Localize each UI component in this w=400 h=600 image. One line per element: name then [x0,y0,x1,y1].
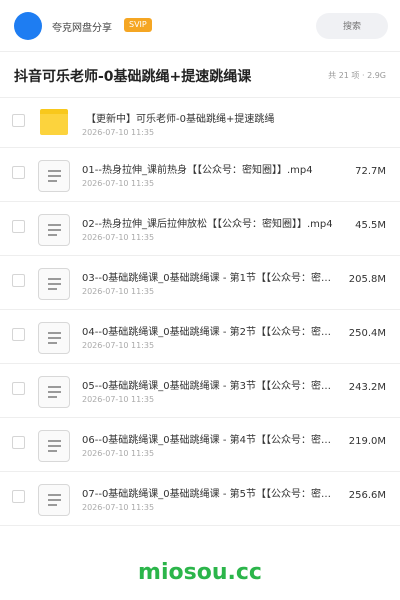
search-input[interactable] [316,13,388,39]
item-count: 共 21 项 · 2.9G [328,71,386,80]
row-checkbox[interactable] [12,382,25,395]
watermark: miosou.cc [138,560,262,585]
folder-icon [40,109,68,135]
file-row[interactable]: 01--热身拉伸_课前热身【【公众号：密知圈】】.mp4 2026-07-10 1… [0,148,400,202]
file-name[interactable]: 07--0基础跳绳课_0基础跳绳课 - 第5节【【公众号：密知圈】】.mp4 [82,485,340,500]
document-icon [38,376,70,408]
row-checkbox[interactable] [12,274,25,287]
document-icon [38,430,70,462]
file-size: 72.7M [355,166,386,177]
row-checkbox[interactable] [12,114,25,127]
file-size: 243.2M [348,382,386,393]
logo-icon [14,12,42,40]
folder-date: 2026-07-10 11:35 [82,128,155,137]
file-row[interactable]: 05--0基础跳绳课_0基础跳绳课 - 第3节【【公众号：密知圈】】.mp4 20… [0,364,400,418]
document-icon [38,214,70,246]
document-icon [38,160,70,192]
row-checkbox[interactable] [12,166,25,179]
file-name[interactable]: 06--0基础跳绳课_0基础跳绳课 - 第4节【【公众号：密知圈】】.mp4 [82,431,340,446]
file-list: 【更新中】可乐老师-0基础跳绳+提速跳绳 2026-07-10 11:35 01… [0,98,400,526]
file-date: 2026-07-10 11:35 [82,341,155,350]
document-icon [38,322,70,354]
file-row[interactable]: 07--0基础跳绳课_0基础跳绳课 - 第5节【【公众号：密知圈】】.mp4 20… [0,472,400,526]
svip-badge[interactable]: SVIP [124,18,152,32]
file-size: 205.8M [348,274,386,285]
row-checkbox[interactable] [12,490,25,503]
share-title-bar: 抖音可乐老师-0基础跳绳+提速跳绳课 共 21 项 · 2.9G [0,52,400,98]
file-row[interactable]: 06--0基础跳绳课_0基础跳绳课 - 第4节【【公众号：密知圈】】.mp4 20… [0,418,400,472]
file-date: 2026-07-10 11:35 [82,287,155,296]
file-date: 2026-07-10 11:35 [82,179,155,188]
row-checkbox[interactable] [12,220,25,233]
file-name[interactable]: 03--0基础跳绳课_0基础跳绳课 - 第1节【【公众号：密知圈】】.mp4 [82,269,340,284]
brand-name: 夸克网盘分享 [52,23,112,34]
file-name[interactable]: 01--热身拉伸_课前热身【【公众号：密知圈】】.mp4 [82,161,340,176]
file-size: 45.5M [355,220,386,231]
file-name[interactable]: 02--热身拉伸_课后拉伸放松【【公众号：密知圈】】.mp4 [82,215,340,230]
document-icon [38,484,70,516]
top-bar: 夸克网盘分享 SVIP [0,0,400,52]
file-size: 219.0M [348,436,386,447]
folder-name[interactable]: 【更新中】可乐老师-0基础跳绳+提速跳绳 [86,110,376,125]
row-checkbox[interactable] [12,328,25,341]
file-row[interactable]: 03--0基础跳绳课_0基础跳绳课 - 第1节【【公众号：密知圈】】.mp4 20… [0,256,400,310]
file-date: 2026-07-10 11:35 [82,503,155,512]
file-name[interactable]: 05--0基础跳绳课_0基础跳绳课 - 第3节【【公众号：密知圈】】.mp4 [82,377,340,392]
row-checkbox[interactable] [12,436,25,449]
file-row[interactable]: 04--0基础跳绳课_0基础跳绳课 - 第2节【【公众号：密知圈】】.mp4 20… [0,310,400,364]
file-row[interactable]: 02--热身拉伸_课后拉伸放松【【公众号：密知圈】】.mp4 2026-07-10… [0,202,400,256]
file-date: 2026-07-10 11:35 [82,449,155,458]
folder-row[interactable]: 【更新中】可乐老师-0基础跳绳+提速跳绳 2026-07-10 11:35 [0,98,400,148]
document-icon [38,268,70,300]
file-date: 2026-07-10 11:35 [82,233,155,242]
file-size: 250.4M [348,328,386,339]
page-title: 抖音可乐老师-0基础跳绳+提速跳绳课 [14,69,252,85]
file-date: 2026-07-10 11:35 [82,395,155,404]
file-name[interactable]: 04--0基础跳绳课_0基础跳绳课 - 第2节【【公众号：密知圈】】.mp4 [82,323,340,338]
file-size: 256.6M [348,490,386,501]
